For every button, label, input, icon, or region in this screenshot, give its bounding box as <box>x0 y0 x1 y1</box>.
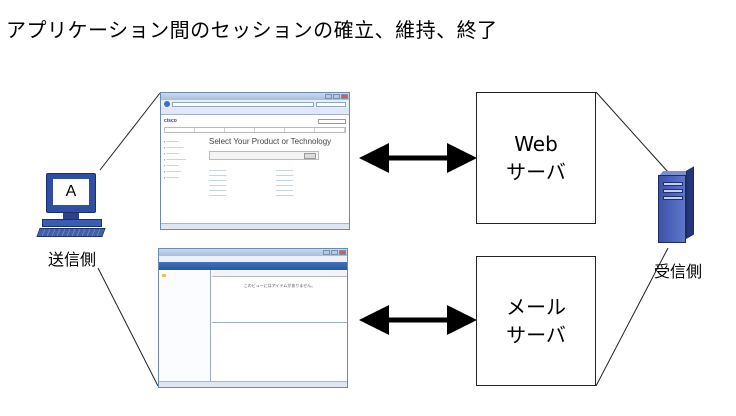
browser-address-bar <box>161 100 349 108</box>
mail-toolbar <box>159 262 347 270</box>
browser-titlebar <box>161 93 349 100</box>
browser-statusbar <box>161 223 349 229</box>
web-server-label-2: サーバ <box>506 160 566 184</box>
mail-server-box: メール サーバ <box>476 256 596 386</box>
mail-list-header <box>212 270 347 277</box>
mail-body: このビューにはアイテムがありません。 <box>159 270 347 381</box>
mail-server-label-2: サーバ <box>506 323 566 347</box>
web-server-label-1: Web <box>514 132 558 156</box>
sender-label: 送信側 <box>48 250 97 269</box>
sender-to-browser-line <box>99 92 161 171</box>
mail-preview-pane <box>212 322 347 325</box>
browser-tabbar <box>161 108 349 115</box>
screen-letter: A <box>53 179 89 205</box>
web-server-box: Web サーバ <box>476 92 596 224</box>
mail-titlebar <box>159 249 347 256</box>
page-title: アプリケーション間のセッションの確立、維持、終了 <box>6 18 498 42</box>
window-controls <box>325 94 349 99</box>
connector-lines <box>97 91 669 387</box>
search-field <box>316 101 346 107</box>
keyboard-icon <box>36 228 106 237</box>
site-search-box <box>318 118 346 124</box>
window-controls <box>323 250 347 255</box>
url-field <box>172 101 314 107</box>
product-selector <box>209 151 319 160</box>
browser-page: cisco ▪ ───── ▪ ─────── ▪ ───── ▪ ──────── ▪… <box>161 115 349 223</box>
site-nav <box>164 127 346 133</box>
mail-statusbar <box>159 381 347 387</box>
sender-to-mail-line <box>97 267 159 387</box>
page-heading: Select Your Product or Technology <box>209 137 332 146</box>
receiver-label: 受信側 <box>654 262 703 281</box>
mail-folder-tree <box>159 270 211 381</box>
receiver-server-icon <box>658 166 694 243</box>
mail-list-pane: このビューにはアイテムがありません。 <box>212 270 347 381</box>
cisco-logo: cisco <box>164 118 177 124</box>
product-list: ─────── ─────── ─────── ─────── ─────── ─────… <box>209 169 294 198</box>
sender-computer-icon: A <box>36 173 110 239</box>
web-to-receiver-line <box>595 91 669 173</box>
mail-empty-message: このビューにはアイテムがありません。 <box>243 283 316 288</box>
mail-server-label-1: メール <box>506 295 566 319</box>
back-icon <box>164 101 170 107</box>
browser-window-screenshot: cisco ▪ ───── ▪ ─────── ▪ ───── ▪ ──────── ▪… <box>160 92 350 230</box>
mail-window-screenshot: このビューにはアイテムがありません。 <box>158 248 348 388</box>
site-sidebar: ▪ ───── ▪ ─────── ▪ ───── ▪ ──────── ▪ ─────… <box>164 140 187 180</box>
